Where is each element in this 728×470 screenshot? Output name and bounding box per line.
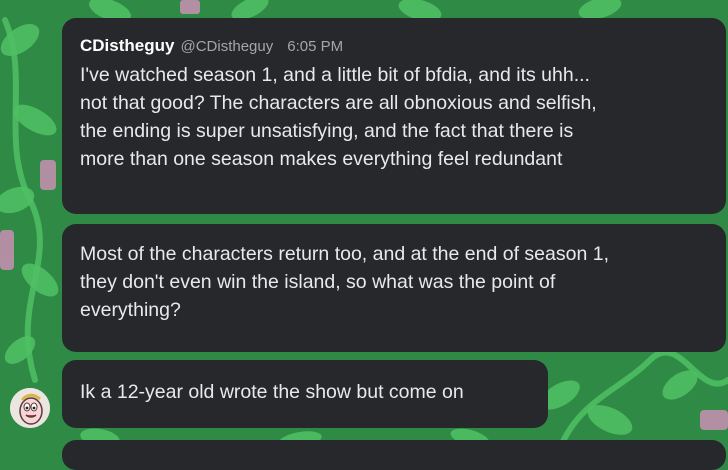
- message-bubble: Most of the characters return too, and a…: [62, 224, 726, 352]
- author-name[interactable]: CDistheguy: [80, 36, 174, 56]
- author-handle: @CDistheguy: [180, 38, 274, 55]
- next-message-bubble: [62, 440, 726, 470]
- message-text: I've watched season 1, and a little bit …: [80, 61, 708, 173]
- avatar[interactable]: [10, 388, 50, 428]
- message-text-line: Most of the characters return too, and a…: [80, 243, 609, 265]
- message-bubble: CDistheguy @CDistheguy 6:05 PM I've watc…: [62, 18, 726, 214]
- message-text-line: they don't even win the island, so what …: [80, 271, 556, 293]
- message-text-line: not that good? The characters are all ob…: [80, 92, 597, 114]
- message-text: Most of the characters return too, and a…: [80, 240, 708, 324]
- message-text-line: everything?: [80, 299, 181, 321]
- message-text-line: I've watched season 1, and a little bit …: [80, 64, 590, 86]
- message-text-line: the ending is super unsatisfying, and th…: [80, 120, 574, 142]
- message-bubble: Ik a 12-year old wrote the show but come…: [62, 360, 548, 428]
- cartoon-character-avatar-icon: [10, 388, 50, 428]
- message-text-line: Ik a 12-year old wrote the show but come…: [80, 381, 464, 403]
- message-timestamp: 6:05 PM: [287, 38, 344, 55]
- message-text-line: more than one season makes everything fe…: [80, 148, 563, 170]
- message-header: CDistheguy @CDistheguy 6:05 PM: [80, 36, 708, 56]
- message-text: Ik a 12-year old wrote the show but come…: [80, 378, 530, 406]
